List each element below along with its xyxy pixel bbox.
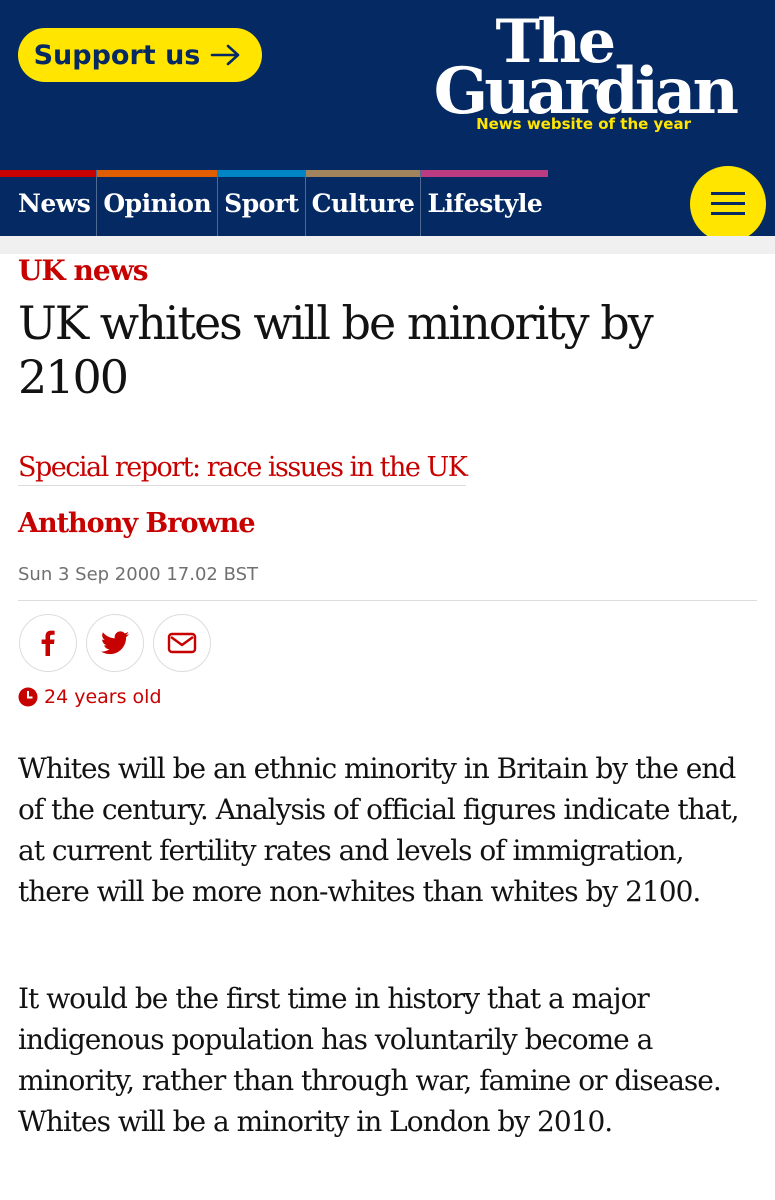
sub-nav-bar [0,236,775,254]
publish-date: Sun 3 Sep 2000 17.02 BST [18,564,259,585]
article-age: 24 years old [18,686,162,708]
nav-color-bar [218,170,305,177]
share-email-button[interactable] [153,614,211,672]
nav-color-bar [97,170,218,177]
hamburger-menu-icon [711,192,745,195]
article-age-label: 24 years old [44,686,162,708]
arrow-right-icon [210,43,242,67]
article-headline: UK whites will be minority by 2100 [18,296,654,404]
nav-item-lifestyle[interactable]: Lifestyle [421,170,549,236]
section-kicker[interactable]: UK news [18,254,149,287]
nav-color-bar [0,170,97,177]
twitter-icon [101,631,129,655]
support-us-button[interactable]: Support us [18,28,262,82]
hamburger-menu-icon [711,202,745,205]
nav-item-label: News [18,188,91,218]
author-byline[interactable]: Anthony Browne [18,508,256,539]
hamburger-menu-icon [711,212,745,215]
support-us-label: Support us [33,39,201,71]
clock-icon [18,687,38,707]
nav-item-sport[interactable]: Sport [218,170,306,236]
nav-item-label: Opinion [103,188,212,218]
primary-nav: News Opinion Sport Culture Lifestyle [0,170,549,236]
masthead: Support us The Guardian News website of … [0,0,775,242]
divider [18,600,757,601]
series-link[interactable]: Special report: race issues in the UK [18,452,468,486]
email-icon [167,632,197,654]
logo-tagline: News website of the year [476,115,691,133]
nav-item-label: Sport [224,188,299,218]
facebook-icon [41,630,55,656]
body-paragraph: It would be the first time in history th… [18,982,722,1138]
nav-item-label: Culture [311,188,415,218]
nav-item-opinion[interactable]: Opinion [97,170,219,236]
nav-item-news[interactable]: News [0,170,98,236]
share-facebook-button[interactable] [19,614,77,672]
guardian-logo[interactable]: The Guardian News website of the year [425,12,739,142]
nav-color-bar [421,170,549,177]
share-twitter-button[interactable] [86,614,144,672]
nav-item-label: Lifestyle [427,188,543,218]
body-paragraph: Whites will be an ethnic minority in Bri… [18,752,740,908]
menu-button[interactable] [690,166,766,242]
nav-item-culture[interactable]: Culture [305,170,422,236]
nav-color-bar [305,170,421,177]
